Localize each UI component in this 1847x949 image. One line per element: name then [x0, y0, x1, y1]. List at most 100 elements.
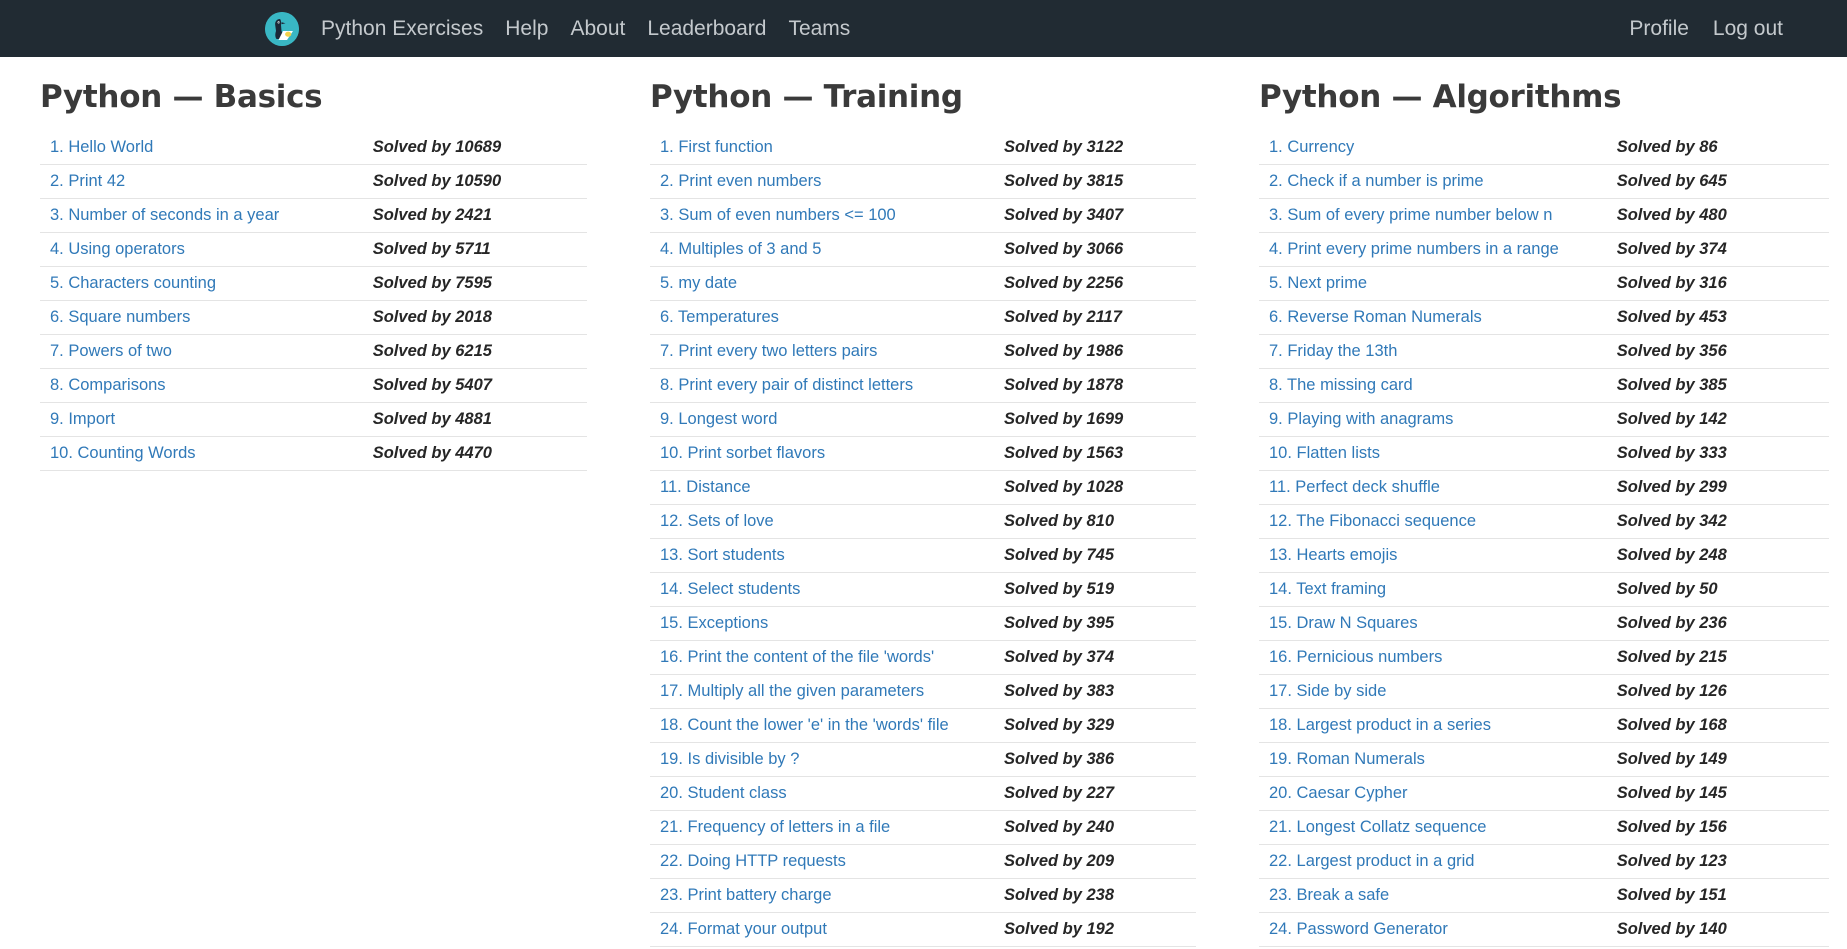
- exercise-rows-training: 1. First function Solved by 3122 2. Print …: [650, 131, 1196, 949]
- nav-link-teams[interactable]: Teams: [788, 0, 850, 57]
- table-row: 6. Square numbers Solved by 2018: [40, 300, 587, 335]
- exercise-name-cell: 14. Text framing: [1259, 572, 1607, 607]
- exercise-link[interactable]: 7. Powers of two: [50, 342, 172, 360]
- exercise-link[interactable]: 11. Perfect deck shuffle: [1269, 478, 1440, 496]
- exercise-link[interactable]: 11. Distance: [660, 478, 751, 496]
- exercise-link[interactable]: 14. Select students: [660, 580, 800, 598]
- exercise-link[interactable]: 7. Print every two letters pairs: [660, 342, 877, 360]
- exercise-link[interactable]: 17. Multiply all the given parameters: [660, 682, 924, 700]
- exercise-link[interactable]: 1. Hello World: [50, 138, 153, 156]
- exercise-link[interactable]: 8. The missing card: [1269, 376, 1413, 394]
- exercise-name-cell: 3. Sum of even numbers <= 100: [650, 198, 994, 233]
- exercise-link[interactable]: 12. The Fibonacci sequence: [1269, 512, 1476, 530]
- exercise-link[interactable]: 14. Text framing: [1269, 580, 1386, 598]
- exercise-name-cell: 9. Longest word: [650, 402, 994, 437]
- exercise-link[interactable]: 9. Import: [50, 410, 115, 428]
- exercise-solved-count: Solved by 5711: [362, 232, 587, 267]
- exercise-name-cell: 16. Print the content of the file 'words…: [650, 640, 994, 675]
- table-row: 19. Roman Numerals Solved by 149: [1259, 742, 1829, 777]
- exercise-link[interactable]: 6. Temperatures: [660, 308, 779, 326]
- exercise-solved-count: Solved by 386: [993, 742, 1196, 777]
- exercise-solved-count: Solved by 316: [1606, 266, 1829, 301]
- table-row: 13. Sort students Solved by 745: [650, 538, 1196, 573]
- exercise-link[interactable]: 16. Print the content of the file 'words…: [660, 648, 934, 666]
- table-row: 23. Break a safe Solved by 151: [1259, 878, 1829, 913]
- column-basics: Python — Basics 1. Hello World Solved by …: [0, 57, 605, 949]
- exercise-link[interactable]: 13. Sort students: [660, 546, 785, 564]
- exercise-link[interactable]: 3. Sum of every prime number below n: [1269, 206, 1552, 224]
- table-row: 14. Text framing Solved by 50: [1259, 572, 1829, 607]
- exercise-link[interactable]: 19. Roman Numerals: [1269, 750, 1425, 768]
- exercise-solved-count: Solved by 1878: [993, 368, 1196, 403]
- exercise-solved-count: Solved by 227: [993, 776, 1196, 811]
- exercise-link[interactable]: 5. Next prime: [1269, 274, 1367, 292]
- nav-link-leaderboard[interactable]: Leaderboard: [647, 0, 766, 57]
- exercise-link[interactable]: 3. Sum of even numbers <= 100: [660, 206, 896, 224]
- penguin-logo-icon[interactable]: [265, 11, 299, 46]
- exercise-link[interactable]: 6. Square numbers: [50, 308, 190, 326]
- nav-link-about[interactable]: About: [570, 0, 625, 57]
- exercise-link[interactable]: 16. Pernicious numbers: [1269, 648, 1442, 666]
- exercise-link[interactable]: 2. Print even numbers: [660, 172, 821, 190]
- exercise-link[interactable]: 23. Print battery charge: [660, 886, 832, 904]
- exercise-link[interactable]: 15. Draw N Squares: [1269, 614, 1418, 632]
- table-row: 7. Friday the 13th Solved by 356: [1259, 334, 1829, 369]
- exercise-solved-count: Solved by 2256: [993, 266, 1196, 301]
- exercise-link[interactable]: 10. Print sorbet flavors: [660, 444, 825, 462]
- exercise-solved-count: Solved by 50: [1606, 572, 1829, 607]
- exercise-link[interactable]: 4. Print every prime numbers in a range: [1269, 240, 1559, 258]
- exercise-link[interactable]: 2. Check if a number is prime: [1269, 172, 1484, 190]
- table-row: 10. Flatten lists Solved by 333: [1259, 436, 1829, 471]
- exercise-solved-count: Solved by 383: [993, 674, 1196, 709]
- exercise-link[interactable]: 5. my date: [660, 274, 737, 292]
- table-row: 22. Doing HTTP requests Solved by 209: [650, 844, 1196, 879]
- exercise-link[interactable]: 8. Comparisons: [50, 376, 166, 394]
- table-row: 3. Sum of every prime number below n Solv…: [1259, 198, 1829, 233]
- exercise-link[interactable]: 6. Reverse Roman Numerals: [1269, 308, 1482, 326]
- exercise-link[interactable]: 10. Counting Words: [50, 444, 196, 462]
- exercise-link[interactable]: 1. First function: [660, 138, 773, 156]
- exercise-link[interactable]: 13. Hearts emojis: [1269, 546, 1397, 564]
- exercise-link[interactable]: 17. Side by side: [1269, 682, 1386, 700]
- exercise-link[interactable]: 22. Doing HTTP requests: [660, 852, 846, 870]
- exercise-link[interactable]: 19. Is divisible by ?: [660, 750, 799, 768]
- exercise-name-cell: 3. Sum of every prime number below n: [1259, 198, 1607, 233]
- exercise-solved-count: Solved by 385: [1606, 368, 1829, 403]
- nav-link-profile[interactable]: Profile: [1629, 0, 1689, 57]
- exercise-link[interactable]: 9. Playing with anagrams: [1269, 410, 1453, 428]
- exercise-link[interactable]: 10. Flatten lists: [1269, 444, 1380, 462]
- exercise-link[interactable]: 20. Student class: [660, 784, 787, 802]
- navbar-right-group: Profile Log out: [1605, 0, 1783, 57]
- exercise-link[interactable]: 3. Number of seconds in a year: [50, 206, 279, 224]
- table-row: 21. Longest Collatz sequence Solved by 15…: [1259, 810, 1829, 845]
- exercise-link[interactable]: 4. Using operators: [50, 240, 185, 258]
- exercise-link[interactable]: 24. Format your output: [660, 920, 827, 938]
- exercise-link[interactable]: 7. Friday the 13th: [1269, 342, 1397, 360]
- exercise-link[interactable]: 2. Print 42: [50, 172, 125, 190]
- exercise-name-cell: 19. Is divisible by ?: [650, 742, 994, 777]
- nav-link-logout[interactable]: Log out: [1713, 0, 1783, 57]
- exercise-link[interactable]: 1. Currency: [1269, 138, 1354, 156]
- nav-link-help[interactable]: Help: [505, 0, 548, 57]
- exercise-link[interactable]: 21. Longest Collatz sequence: [1269, 818, 1486, 836]
- exercise-link[interactable]: 12. Sets of love: [660, 512, 774, 530]
- exercise-link[interactable]: 18. Count the lower 'e' in the 'words' f…: [660, 716, 949, 734]
- table-row: 2. Print 42 Solved by 10590: [40, 164, 587, 199]
- exercise-link[interactable]: 22. Largest product in a grid: [1269, 852, 1474, 870]
- exercise-solved-count: Solved by 236: [1606, 606, 1829, 641]
- exercise-name-cell: 6. Reverse Roman Numerals: [1259, 300, 1607, 335]
- exercise-link[interactable]: 20. Caesar Cypher: [1269, 784, 1408, 802]
- exercise-link[interactable]: 9. Longest word: [660, 410, 777, 428]
- exercise-solved-count: Solved by 10689: [372, 138, 502, 156]
- exercise-link[interactable]: 15. Exceptions: [660, 614, 768, 632]
- exercise-link[interactable]: 5. Characters counting: [50, 274, 216, 292]
- exercise-name-cell: 4. Multiples of 3 and 5: [650, 232, 994, 267]
- nav-link-python-exercises[interactable]: Python Exercises: [321, 0, 483, 57]
- exercise-link[interactable]: 23. Break a safe: [1269, 886, 1389, 904]
- exercise-link[interactable]: 8. Print every pair of distinct letters: [660, 376, 913, 394]
- exercise-link[interactable]: 24. Password Generator: [1269, 920, 1448, 938]
- exercise-link[interactable]: 18. Largest product in a series: [1269, 716, 1491, 734]
- exercise-link[interactable]: 4. Multiples of 3 and 5: [660, 240, 821, 258]
- exercise-solved-count: Solved by 480: [1606, 198, 1829, 233]
- exercise-link[interactable]: 21. Frequency of letters in a file: [660, 818, 890, 836]
